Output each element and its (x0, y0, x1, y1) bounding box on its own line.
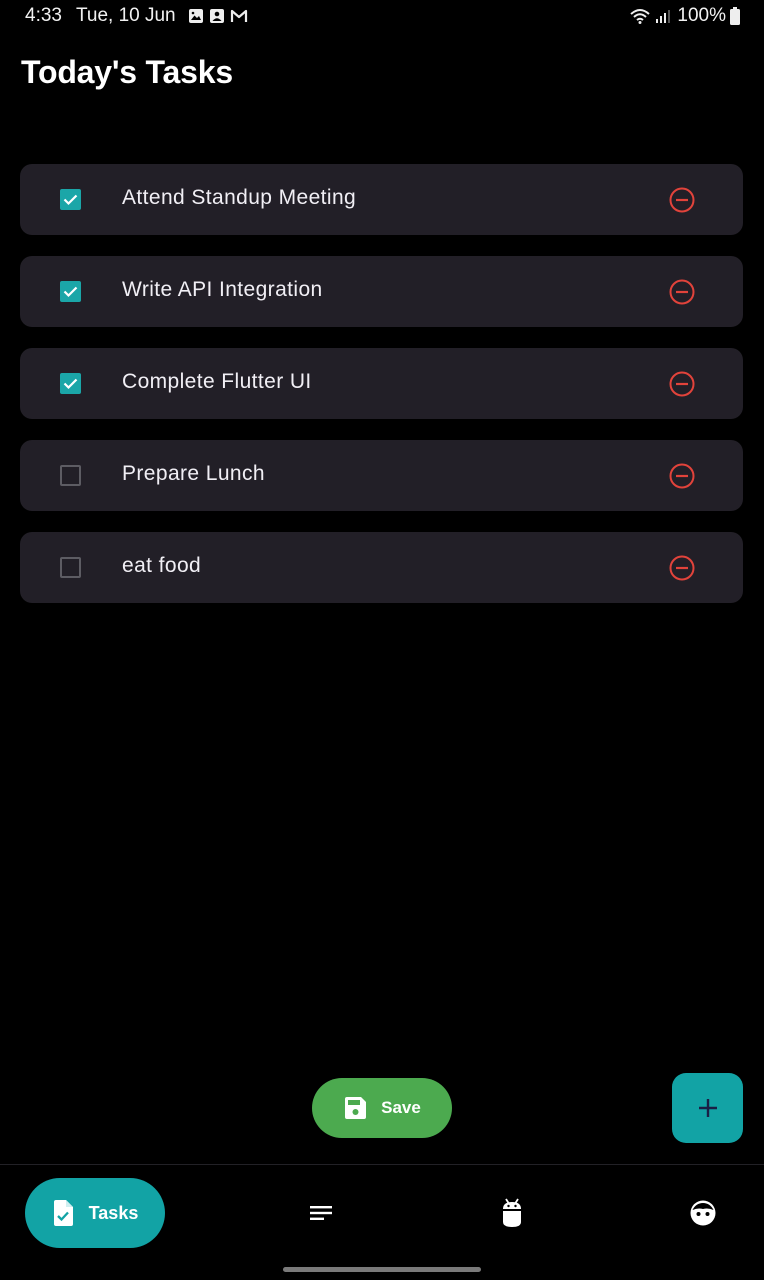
notes-icon (310, 1206, 332, 1220)
task-card: Attend Standup Meeting (20, 164, 743, 235)
gallery-icon (188, 9, 203, 23)
remove-task-button[interactable] (669, 187, 695, 213)
task-checkbox[interactable] (60, 189, 81, 210)
status-left: 4:33 Tue, 10 Jun (25, 5, 248, 27)
task-checkbox[interactable] (60, 281, 81, 302)
status-bar: 4:33 Tue, 10 Jun 100% (0, 0, 764, 32)
task-checkbox[interactable] (60, 465, 81, 486)
nav-item-tasks[interactable]: Tasks (25, 1178, 165, 1248)
remove-circle-icon (669, 187, 695, 213)
task-card: Complete Flutter UI (20, 348, 743, 419)
page-title: Today's Tasks (21, 54, 233, 90)
bottom-navigation: Tasks (0, 1164, 764, 1280)
status-date: Tue, 10 Jun (75, 5, 176, 26)
floppy-disk-icon (345, 1097, 367, 1119)
checkmark-icon (63, 378, 78, 390)
battery-percentage: 100% (677, 5, 726, 26)
remove-task-button[interactable] (669, 555, 695, 581)
task-card: Write API Integration (20, 256, 743, 327)
nav-tasks-label: Tasks (88, 1202, 139, 1223)
android-icon (503, 1198, 521, 1227)
remove-circle-icon (669, 279, 695, 305)
gmail-icon (230, 9, 247, 22)
task-label: Write API Integration (122, 278, 323, 301)
status-right: 100% (629, 5, 740, 27)
nav-item-notes[interactable] (306, 1198, 336, 1228)
remove-task-button[interactable] (669, 371, 695, 397)
status-time: 4:33 (25, 5, 62, 26)
save-button[interactable]: Save (312, 1078, 452, 1138)
task-card: Prepare Lunch (20, 440, 743, 511)
nav-item-profile[interactable] (688, 1198, 718, 1228)
remove-circle-icon (669, 371, 695, 397)
notification-icons (188, 8, 248, 24)
task-label: eat food (122, 554, 202, 577)
nav-item-android[interactable] (497, 1198, 527, 1228)
task-label: Prepare Lunch (122, 462, 265, 485)
app-screen: 4:33 Tue, 10 Jun 100% Today's Tasks Atte… (0, 0, 764, 1280)
task-document-icon (53, 1200, 73, 1226)
task-label: Complete Flutter UI (122, 370, 312, 393)
remove-task-button[interactable] (669, 463, 695, 489)
task-label: Attend Standup Meeting (122, 186, 357, 209)
task-checkbox[interactable] (60, 373, 81, 394)
task-list: Attend Standup Meeting Write API Integra… (20, 164, 743, 624)
checkmark-icon (63, 286, 78, 298)
task-card: eat food (20, 532, 743, 603)
battery-icon (730, 7, 740, 25)
signal-icon (656, 10, 671, 23)
remove-circle-icon (669, 555, 695, 581)
remove-task-button[interactable] (669, 279, 695, 305)
contact-card-icon (209, 9, 224, 23)
home-indicator[interactable] (283, 1267, 481, 1272)
add-task-button[interactable] (672, 1073, 743, 1143)
task-checkbox[interactable] (60, 557, 81, 578)
remove-circle-icon (669, 463, 695, 489)
plus-icon (698, 1099, 717, 1117)
profile-face-icon (690, 1200, 716, 1226)
checkmark-icon (63, 194, 78, 206)
wifi-icon (630, 9, 651, 24)
save-label: Save (381, 1098, 421, 1117)
